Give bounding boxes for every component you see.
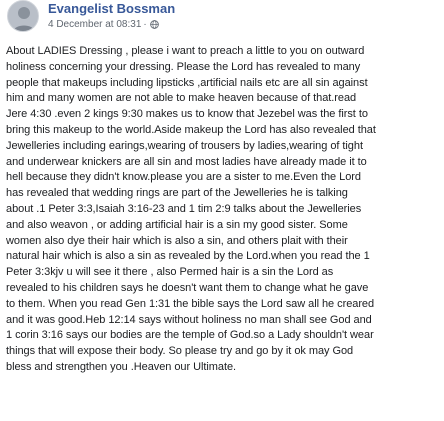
globe-icon[interactable] [149,20,159,29]
avatar[interactable] [7,0,39,32]
facebook-post: Evangelist Bossman 4 December at 08:31 ·… [0,0,444,421]
meta-separator: · [143,19,147,30]
post-body-line: Jere 4:30 .even 2 kings 9:30 makes us to… [6,108,368,121]
post-body-line: bless and strengthen you .Heaven our Ult… [6,360,237,373]
post-body-line: women also dye their hair which is also … [6,234,348,247]
post-body-line: to them. When you read Gen 1:31 the bibl… [6,297,375,310]
post-body-line: revealed to his children says he doesn't… [6,281,369,294]
post-body-line: things that will expose their body. So p… [6,345,354,358]
profile-picture-icon [8,1,38,31]
post-body-line: has revealed that wedding rings are part… [6,187,348,200]
post-body-line: bring this makeup to the world.Aside mak… [6,123,376,136]
post-header: Evangelist Bossman 4 December at 08:31 · [0,0,444,40]
post-timestamp[interactable]: 4 December at 08:31 [48,19,141,30]
author-name[interactable]: Evangelist Bossman [48,1,175,16]
post-body-line: natural hair which is also a sin as reve… [6,250,370,263]
post-body-line: people that makeups including lipsticks … [6,76,368,89]
post-body-line: About LADIES Dressing , please i want to… [6,45,365,57]
post-body-line: Jewelleries including earings,wearing of… [6,139,363,152]
post-body-line: holiness concerning your dressing. Pleas… [6,60,361,73]
post-body-line: hell because they didn't know.please you… [6,171,361,184]
post-body-line: Peter 3:3kjv u will see it there , also … [6,266,334,279]
post-body-line: and underwear knickers are all sin and m… [6,155,367,168]
post-body-line: him and many women are not able to make … [6,92,357,105]
post-meta: 4 December at 08:31 · [48,19,159,30]
post-body-line: and also weavon , or adding artificial h… [6,218,348,231]
post-body-line: about .1 Peter 3:3,Isaiah 3:16-23 and 1 … [6,202,362,215]
post-body-line: and it was good.Heb 12:14 says without h… [6,313,372,326]
post-body-line: 1 corin 3:16 says our bodies are the tem… [6,329,374,342]
post-body: About LADIES Dressing , please i want to… [6,44,442,376]
